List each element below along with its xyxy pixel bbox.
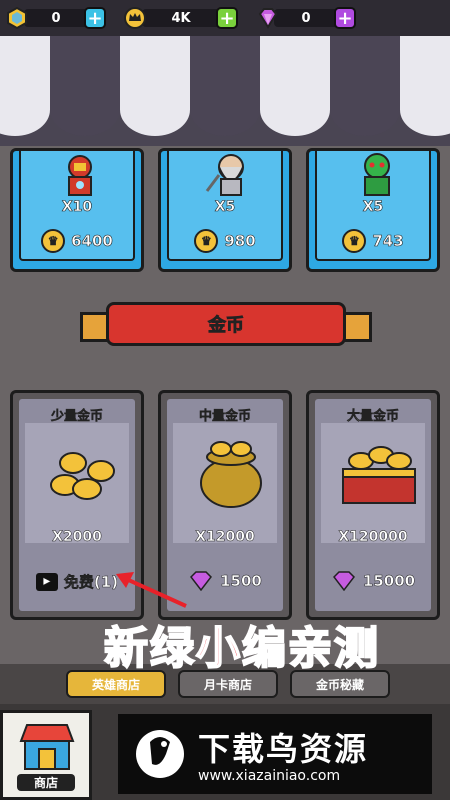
hero-card[interactable]: X10 ♛ 6400	[10, 148, 144, 272]
coin-pack-card[interactable]: 大量金币 X120000 15000	[306, 390, 440, 620]
hero-quantity: X10	[61, 199, 93, 216]
currency-crown-coin: 4K +	[124, 6, 238, 30]
buy-button[interactable]: 15000	[315, 571, 431, 591]
play-video-icon: ▶	[35, 572, 58, 591]
coin-stack-icon	[50, 452, 115, 500]
annotation-arrow	[116, 572, 187, 608]
currency-value: 4K	[142, 9, 220, 27]
hero-quantity: X5	[362, 199, 384, 216]
hero-price[interactable]: ♛ 980	[177, 225, 273, 257]
currency-bar: 0 + 4K + 0 +	[0, 0, 450, 36]
watermark-logo: 下载鸟资源 www.xiazainiao.com	[118, 714, 432, 794]
currency-diamond: 0 +	[256, 6, 356, 30]
shop-awning	[0, 36, 450, 146]
crown-coin-icon: ♛	[194, 229, 219, 253]
bird-logo-icon	[136, 730, 184, 778]
coin-bag-icon	[200, 441, 262, 508]
diamond-icon	[332, 571, 355, 591]
hero-card[interactable]: X5 ♛ 980	[158, 148, 292, 272]
hero-price[interactable]: ♛ 743	[325, 225, 421, 257]
add-diamonds-button[interactable]: +	[334, 7, 356, 29]
currency-gold-gem: 0 +	[6, 6, 106, 30]
armored-hero-icon	[68, 155, 92, 196]
nav-shop-label: 商店	[17, 774, 75, 791]
diamond-icon	[190, 571, 213, 591]
treasure-chest-icon	[342, 446, 416, 504]
add-currency-button[interactable]: +	[84, 7, 106, 29]
add-coins-button[interactable]: +	[216, 7, 238, 29]
old-warrior-icon	[205, 154, 244, 196]
shop-icon	[19, 724, 75, 770]
hero-price-value: 980	[224, 232, 256, 251]
watermark-caption: 新绿小编亲测	[103, 622, 380, 675]
green-monster-icon	[364, 153, 390, 196]
hero-card[interactable]: X5 ♛ 743	[306, 148, 440, 272]
hero-price-value: 743	[372, 232, 404, 251]
coin-pack-title: 少量金币	[50, 409, 104, 425]
hero-quantity: X5	[214, 199, 236, 216]
gem-gold-icon	[6, 6, 28, 30]
coin-pack-title: 中量金币	[198, 409, 252, 425]
coin-pack-price: 1500	[220, 572, 262, 591]
crown-coin-icon: ♛	[41, 229, 66, 253]
crown-coin-icon: ♛	[342, 229, 367, 253]
watermark-logo-url: www.xiazainiao.com	[198, 768, 341, 784]
coin-pack-price: 免费(1)	[63, 573, 119, 592]
coin-pack-price: 15000	[362, 572, 416, 591]
currency-value: 0	[24, 9, 88, 27]
crown-coin-icon	[124, 7, 146, 29]
coin-pack-quantity: X120000	[338, 529, 408, 546]
diamond-icon	[256, 7, 278, 29]
watermark-logo-text: 下载鸟资源	[198, 730, 369, 768]
coin-pack-quantity: X2000	[52, 529, 102, 546]
currency-value: 0	[274, 9, 338, 27]
coin-pack-quantity: X12000	[195, 529, 255, 546]
hero-price[interactable]: ♛ 6400	[29, 225, 125, 257]
nav-shop-button[interactable]: 商店	[0, 710, 92, 800]
section-title: 金币	[106, 302, 346, 346]
coin-pack-title: 大量金币	[346, 409, 400, 425]
section-banner: 金币	[80, 298, 372, 350]
hero-price-value: 6400	[71, 232, 113, 251]
